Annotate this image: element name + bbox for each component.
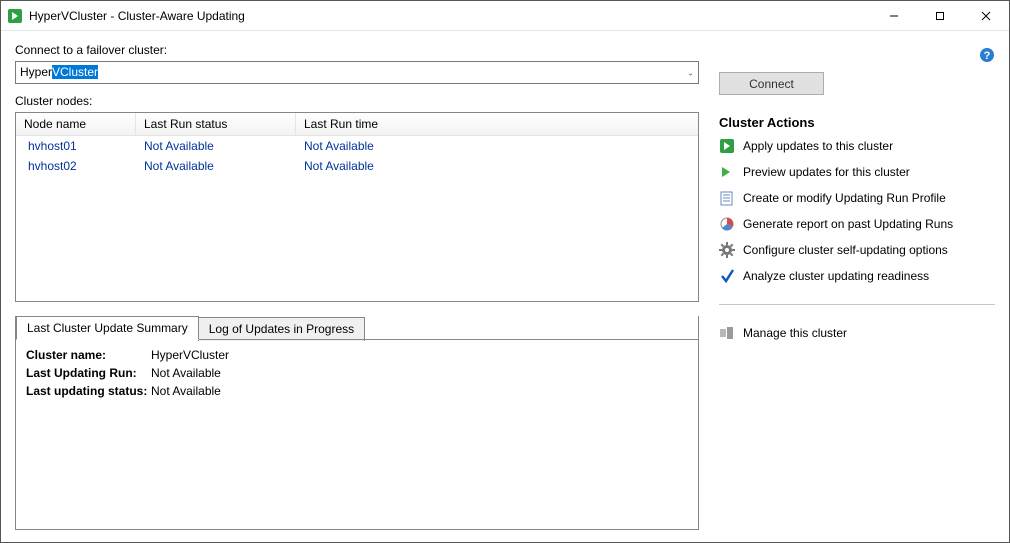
cell-status: Not Available bbox=[136, 156, 296, 176]
cell-time: Not Available bbox=[296, 136, 698, 156]
maximize-button[interactable] bbox=[917, 1, 963, 31]
connect-button[interactable]: Connect bbox=[719, 72, 824, 95]
connect-label: Connect to a failover cluster: bbox=[15, 43, 699, 57]
report-icon bbox=[719, 216, 735, 232]
connect-row: Connect to a failover cluster: HyperVClu… bbox=[15, 43, 699, 84]
right-column: ? Connect Cluster Actions Apply updates … bbox=[715, 43, 995, 530]
gear-icon bbox=[719, 242, 735, 258]
grid-body: hvhost01 Not Available Not Available hvh… bbox=[16, 136, 698, 301]
minimize-button[interactable] bbox=[871, 1, 917, 31]
tab-summary-body: Cluster name: HyperVCluster Last Updatin… bbox=[16, 340, 698, 529]
cell-node-name: hvhost01 bbox=[16, 136, 136, 156]
action-configure-self-updating[interactable]: Configure cluster self-updating options bbox=[719, 242, 995, 258]
action-label: Apply updates to this cluster bbox=[743, 139, 893, 153]
cell-status: Not Available bbox=[136, 136, 296, 156]
cluster-actions-list: Apply updates to this cluster Preview up… bbox=[719, 138, 995, 341]
cluster-name-input-text: HyperVCluster bbox=[16, 62, 102, 83]
action-preview-updates[interactable]: Preview updates for this cluster bbox=[719, 164, 995, 180]
col-header-name[interactable]: Node name bbox=[16, 113, 136, 135]
table-row[interactable]: hvhost01 Not Available Not Available bbox=[16, 136, 698, 156]
col-header-time[interactable]: Last Run time bbox=[296, 113, 698, 135]
action-analyze-readiness[interactable]: Analyze cluster updating readiness bbox=[719, 268, 995, 284]
cluster-name-combobox[interactable]: HyperVCluster ⌄ bbox=[15, 61, 699, 84]
cluster-actions-title: Cluster Actions bbox=[719, 115, 995, 130]
titlebar: HyperVCluster - Cluster-Aware Updating bbox=[1, 1, 1009, 31]
action-manage-cluster[interactable]: Manage this cluster bbox=[719, 325, 995, 341]
help-icon[interactable]: ? bbox=[979, 47, 995, 68]
action-label: Preview updates for this cluster bbox=[743, 165, 910, 179]
summary-cluster-name-value: HyperVCluster bbox=[151, 348, 229, 362]
content-area: Connect to a failover cluster: HyperVClu… bbox=[1, 31, 1009, 542]
table-row[interactable]: hvhost02 Not Available Not Available bbox=[16, 156, 698, 176]
cluster-nodes-label: Cluster nodes: bbox=[15, 94, 699, 108]
action-label: Configure cluster self-updating options bbox=[743, 243, 948, 257]
tab-summary[interactable]: Last Cluster Update Summary bbox=[16, 316, 199, 340]
actions-separator bbox=[719, 304, 995, 305]
close-button[interactable] bbox=[963, 1, 1009, 31]
summary-last-run-value: Not Available bbox=[151, 366, 221, 380]
checkmark-icon bbox=[719, 268, 735, 284]
tabstrip: Last Cluster Update Summary Log of Updat… bbox=[16, 316, 698, 340]
cluster-nodes-grid: Node name Last Run status Last Run time … bbox=[15, 112, 699, 302]
preview-icon bbox=[719, 164, 735, 180]
action-apply-updates[interactable]: Apply updates to this cluster bbox=[719, 138, 995, 154]
tabs-box: Last Cluster Update Summary Log of Updat… bbox=[15, 316, 699, 530]
cell-time: Not Available bbox=[296, 156, 698, 176]
action-label: Create or modify Updating Run Profile bbox=[743, 191, 946, 205]
summary-last-status-label: Last updating status: bbox=[26, 384, 151, 398]
tab-log[interactable]: Log of Updates in Progress bbox=[198, 317, 365, 341]
cell-node-name: hvhost02 bbox=[16, 156, 136, 176]
left-column: Connect to a failover cluster: HyperVClu… bbox=[15, 43, 699, 530]
app-icon bbox=[7, 8, 23, 24]
grid-header: Node name Last Run status Last Run time bbox=[16, 113, 698, 136]
action-label: Analyze cluster updating readiness bbox=[743, 269, 929, 283]
summary-last-status-value: Not Available bbox=[151, 384, 221, 398]
action-generate-report[interactable]: Generate report on past Updating Runs bbox=[719, 216, 995, 232]
col-header-status[interactable]: Last Run status bbox=[136, 113, 296, 135]
profile-icon bbox=[719, 190, 735, 206]
action-label: Manage this cluster bbox=[743, 326, 847, 340]
cluster-icon bbox=[719, 325, 735, 341]
window-title: HyperVCluster - Cluster-Aware Updating bbox=[29, 9, 871, 23]
apply-icon bbox=[719, 138, 735, 154]
summary-last-run-label: Last Updating Run: bbox=[26, 366, 151, 380]
chevron-down-icon: ⌄ bbox=[687, 68, 694, 77]
action-label: Generate report on past Updating Runs bbox=[743, 217, 953, 231]
svg-text:?: ? bbox=[984, 50, 991, 62]
action-updating-profile[interactable]: Create or modify Updating Run Profile bbox=[719, 190, 995, 206]
app-window: HyperVCluster - Cluster-Aware Updating C… bbox=[0, 0, 1010, 543]
summary-cluster-name-label: Cluster name: bbox=[26, 348, 151, 362]
